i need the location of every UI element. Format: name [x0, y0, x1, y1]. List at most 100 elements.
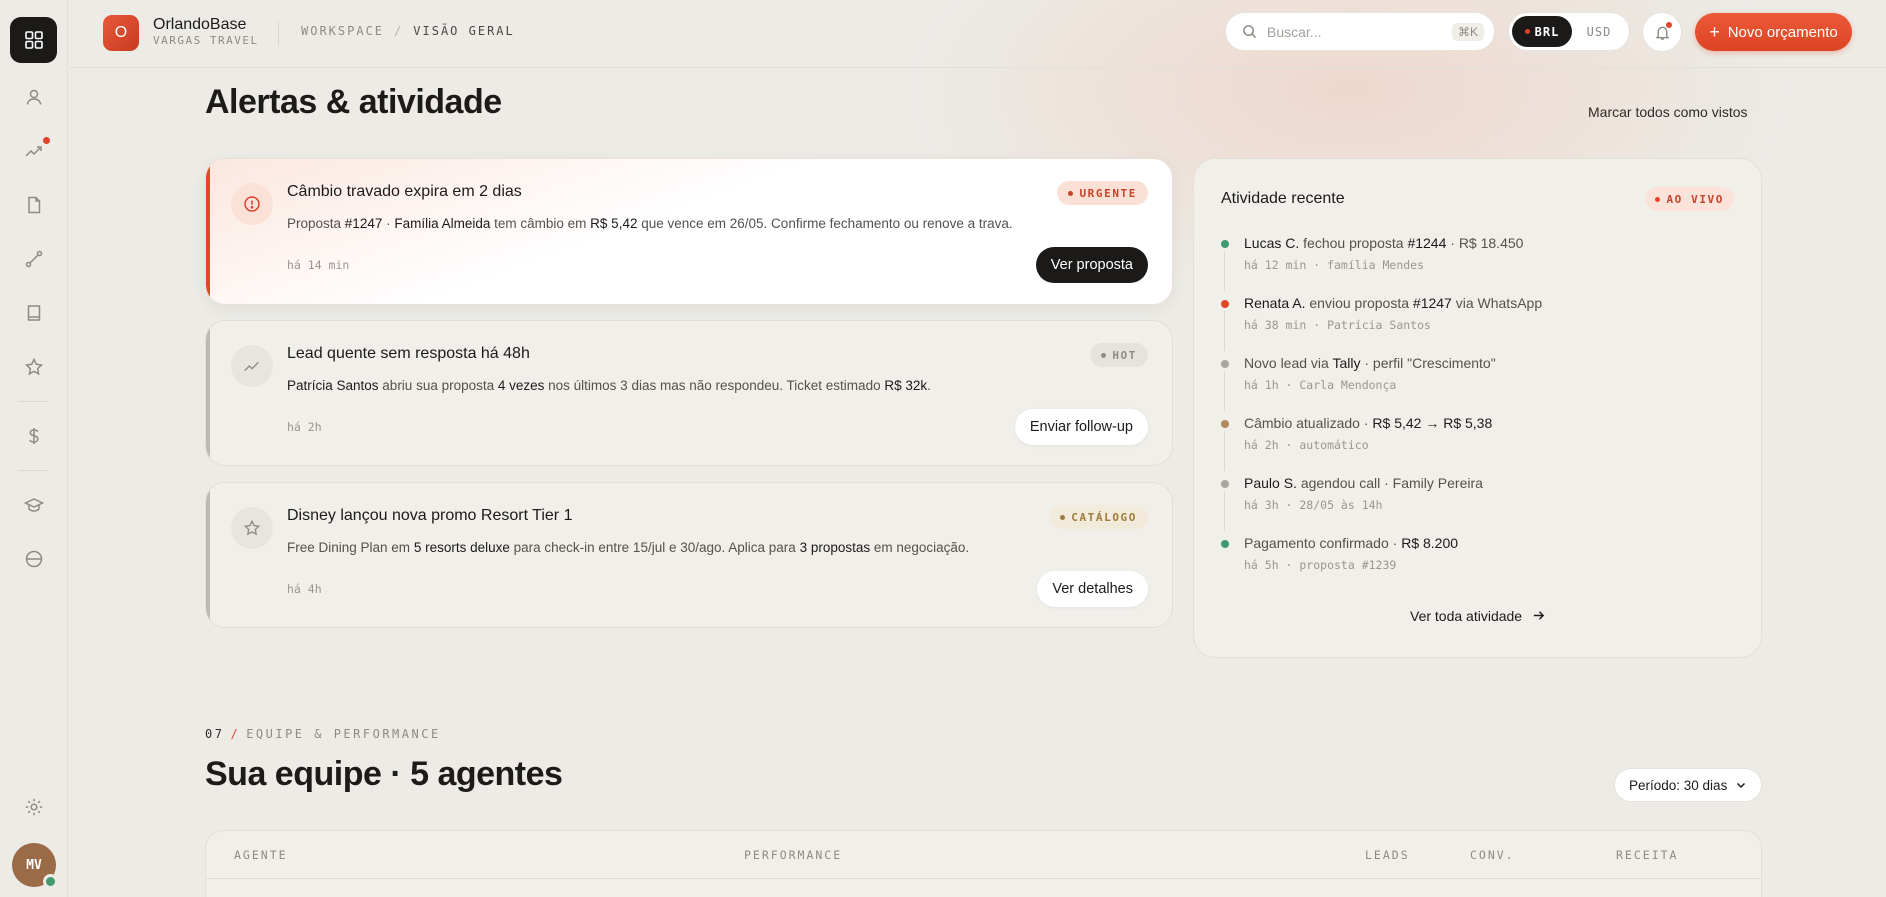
nav-world[interactable]	[14, 539, 54, 579]
activity-item[interactable]: Pagamento confirmado · R$ 8.200 há 5h · p…	[1221, 535, 1731, 595]
activity-item[interactable]: Paulo S. agendou call · Family Pereira há…	[1221, 475, 1731, 535]
currency-toggle: BRL USD	[1508, 12, 1630, 51]
emphasis-text: #1247	[344, 216, 383, 231]
section-number: 07	[205, 727, 225, 741]
search-input[interactable]	[1267, 23, 1452, 40]
text-segment: · R$ 18.450	[1446, 235, 1524, 251]
nav-proposals[interactable]	[14, 185, 54, 225]
nav-dashboard[interactable]	[10, 17, 57, 63]
nav-divider	[18, 401, 49, 402]
breadcrumb-current: VISÃO GERAL	[413, 24, 515, 38]
see-all-activity-link[interactable]: Ver toda atividade	[1194, 608, 1761, 624]
column-header-agent[interactable]: AGENTE	[234, 848, 288, 862]
period-select[interactable]: Período: 30 dias	[1614, 768, 1762, 802]
activity-item[interactable]: Novo lead via Tally · perfil "Cresciment…	[1221, 355, 1731, 415]
search-box[interactable]: ⌘K	[1225, 12, 1495, 51]
currency-option-usd[interactable]: USD	[1572, 16, 1626, 47]
activity-item[interactable]: Câmbio atualizado · R$ 5,42 → R$ 5,38 há …	[1221, 415, 1731, 475]
alerts-title: Alertas & atividade	[205, 83, 502, 121]
status-dot	[1221, 240, 1229, 248]
alert-title: Câmbio travado expira em 2 dias	[287, 183, 522, 200]
view-proposal-button[interactable]: Ver proposta	[1035, 247, 1148, 283]
text-segment: Pagamento confirmado ·	[1244, 535, 1402, 551]
notifications-button[interactable]	[1642, 12, 1682, 52]
new-quote-button[interactable]: + Novo orçamento	[1695, 13, 1852, 51]
nav-routes[interactable]	[14, 239, 54, 279]
view-details-button[interactable]: Ver detalhes	[1037, 571, 1148, 607]
text-segment: Novo lead via	[1244, 355, 1333, 371]
star-icon	[24, 357, 43, 376]
status-dot	[1221, 300, 1229, 308]
catalog-badge: CATÁLOGO	[1049, 505, 1148, 529]
column-header-leads[interactable]: LEADS	[1365, 848, 1410, 862]
text-segment: ·	[382, 216, 395, 231]
new-quote-label: Novo orçamento	[1727, 23, 1838, 41]
alert-time: há 2h	[287, 420, 322, 434]
section-slash: /	[230, 727, 241, 741]
period-label: Período: 30 dias	[1629, 777, 1728, 793]
activity-item[interactable]: Renata A. enviou proposta #1247 via What…	[1221, 295, 1731, 355]
alert-card[interactable]: Disney lançou nova promo Resort Tier 1 C…	[205, 482, 1173, 628]
activity-title: Atividade recente	[1221, 190, 1345, 207]
globe-icon	[25, 550, 42, 568]
column-header-revenue[interactable]: RECEITA	[1616, 848, 1678, 862]
nav-pipeline[interactable]	[14, 131, 54, 171]
emphasis-text: Patrícia Santos	[287, 378, 379, 393]
notification-dot	[42, 137, 50, 144]
urgent-badge: URGENTE	[1057, 181, 1148, 205]
section-label: 07 / EQUIPE & PERFORMANCE	[205, 727, 441, 741]
chevron-down-icon	[1736, 782, 1746, 789]
emphasis-text: 5 resorts deluxe	[413, 540, 510, 555]
activity-text: Câmbio atualizado · R$ 5,42 → R$ 5,38	[1244, 415, 1731, 431]
alert-icon-wrap	[231, 183, 273, 225]
text-segment: Câmbio atualizado ·	[1244, 415, 1373, 431]
status-dot	[1221, 540, 1229, 548]
activity-text: Renata A. enviou proposta #1247 via What…	[1244, 295, 1731, 311]
trend-icon	[24, 146, 42, 157]
nav-finance[interactable]	[14, 416, 54, 456]
star-icon	[243, 519, 261, 536]
emphasis-text: Família Almeida	[394, 216, 491, 231]
text-segment: agendou call · Family Pereira	[1296, 475, 1483, 491]
nav-training[interactable]	[14, 485, 54, 525]
brand-subtitle: VARGAS TRAVEL	[153, 34, 259, 47]
currency-option-brl[interactable]: BRL	[1512, 16, 1572, 47]
emphasis-text: Paulo S.	[1244, 475, 1297, 491]
text-segment: enviou proposta	[1305, 295, 1413, 311]
see-all-label: Ver toda atividade	[1410, 608, 1523, 624]
activity-item[interactable]: Lucas C. fechou proposta #1244 · R$ 18.4…	[1221, 235, 1731, 295]
breadcrumb-separator: /	[394, 24, 404, 38]
nav-settings[interactable]	[14, 787, 54, 827]
emphasis-text: R$ 32k	[884, 378, 928, 393]
text-segment: Free Dining Plan em	[287, 540, 414, 555]
notification-dot	[1665, 21, 1673, 29]
alert-card[interactable]: Lead quente sem resposta há 48h HOT Patr…	[205, 320, 1173, 466]
column-header-conversion[interactable]: CONV.	[1470, 848, 1515, 862]
alert-description: Free Dining Plan em 5 resorts deluxe par…	[287, 540, 969, 555]
send-follow-up-button[interactable]: Enviar follow-up	[1014, 409, 1148, 445]
mark-all-seen-link[interactable]: Marcar todos como vistos	[1588, 104, 1748, 120]
nav-favorites[interactable]	[14, 347, 54, 387]
nav-catalog[interactable]	[14, 293, 54, 333]
document-icon	[27, 196, 40, 214]
avatar[interactable]: MV	[12, 843, 58, 889]
text-segment: nos últimos 3 dias mas não respondeu. Ti…	[544, 378, 885, 393]
activity-text: Lucas C. fechou proposta #1244 · R$ 18.4…	[1244, 235, 1731, 251]
text-segment: abriu sua proposta	[378, 378, 498, 393]
text-segment: fechou proposta	[1299, 235, 1408, 251]
text-segment: Proposta	[287, 216, 345, 231]
status-dot	[1221, 420, 1229, 428]
text-segment: tem câmbio em	[490, 216, 591, 231]
brand-divider	[278, 21, 279, 45]
column-header-performance[interactable]: PERFORMANCE	[744, 848, 842, 862]
brand-logo[interactable]: O	[103, 15, 139, 51]
alert-title: Disney lançou nova promo Resort Tier 1	[287, 507, 573, 524]
alert-card[interactable]: Câmbio travado expira em 2 dias URGENTE …	[205, 158, 1173, 305]
status-dot	[1221, 480, 1229, 488]
nav-clients[interactable]	[14, 77, 54, 117]
search-icon	[1243, 25, 1257, 39]
team-table: AGENTE PERFORMANCE LEADS CONV. RECEITA	[205, 830, 1762, 897]
breadcrumb-parent[interactable]: WORKSPACE	[301, 24, 384, 38]
hot-badge: HOT	[1090, 343, 1148, 367]
user-icon	[26, 89, 41, 105]
